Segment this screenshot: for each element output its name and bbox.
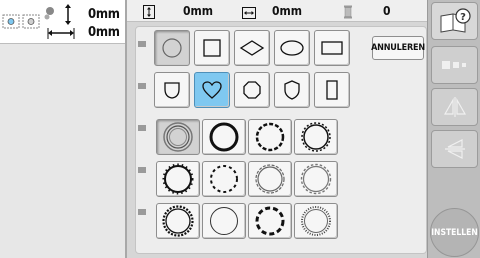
shape-octagon-button[interactable] <box>234 72 270 108</box>
frame-pattern-button[interactable] <box>156 161 200 197</box>
tall-rectangle-shape-icon <box>326 80 338 100</box>
shield-u-shape-icon <box>164 82 180 99</box>
info-bar: 0mm 0mm 0 <box>127 0 427 22</box>
frame-pattern-icon <box>210 165 238 193</box>
preview-width-value: 0mm <box>88 25 120 40</box>
shape-heart-button[interactable] <box>194 72 230 108</box>
display-toggle-button[interactable] <box>431 46 478 84</box>
tab-mark <box>138 167 146 173</box>
frame-pattern-button[interactable] <box>294 161 338 197</box>
mirror-horizontal-icon <box>443 97 466 117</box>
size-icon <box>42 3 86 45</box>
frame-pattern-button[interactable] <box>248 203 292 239</box>
tab-mark <box>138 41 146 47</box>
mirror-vertical-button[interactable] <box>431 130 478 168</box>
shape-oval-button[interactable] <box>274 30 310 66</box>
frame-pattern-icon <box>210 207 238 235</box>
shape-tall-rectangle-button[interactable] <box>314 72 350 108</box>
shape-shield-button[interactable] <box>274 72 310 108</box>
oval-shape-icon <box>280 40 304 56</box>
help-button[interactable]: ? <box>431 2 478 40</box>
frame-pattern-icon <box>301 122 331 152</box>
help-book-icon: ? <box>440 8 471 33</box>
preview-icon <box>2 12 40 36</box>
diamond-shape-icon <box>239 40 265 56</box>
shape-rectangle-button[interactable] <box>314 30 350 66</box>
frame-pattern-panel: 0mm 0mm 0 ANNULEREN <box>125 0 427 258</box>
display-toggle-icon <box>441 61 466 69</box>
frame-pattern-icon <box>162 205 194 237</box>
frame-pattern-button[interactable] <box>202 203 246 239</box>
heart-shape-icon <box>202 81 222 99</box>
set-button[interactable]: INSTELLEN <box>430 208 479 257</box>
frame-pattern-icon <box>163 122 193 152</box>
frame-pattern-icon <box>301 206 331 236</box>
square-shape-icon <box>203 39 221 57</box>
svg-text:?: ? <box>460 12 466 23</box>
frame-pattern-button[interactable] <box>156 203 200 239</box>
frame-pattern-button[interactable] <box>156 119 200 155</box>
height-value: 0mm <box>183 4 214 18</box>
shield-shape-icon <box>284 80 300 100</box>
frame-pattern-icon <box>162 163 194 195</box>
frame-pattern-icon <box>255 122 285 152</box>
frame-pattern-icon <box>255 164 285 194</box>
mirror-horizontal-button[interactable] <box>431 88 478 126</box>
preview-panel: 0mm 0mm <box>0 0 125 258</box>
height-icon <box>143 4 155 23</box>
width-value: 0mm <box>272 4 303 18</box>
frame-pattern-button[interactable] <box>248 119 292 155</box>
shape-shield-u-button[interactable] <box>154 72 190 108</box>
frame-pattern-button[interactable] <box>202 161 246 197</box>
frame-pattern-icon <box>255 206 285 236</box>
frame-pattern-button[interactable] <box>294 119 338 155</box>
cancel-button[interactable]: ANNULEREN <box>371 36 425 60</box>
circle-shape-icon <box>162 38 182 58</box>
tab-mark <box>138 125 146 131</box>
frame-pattern-icon <box>209 122 239 152</box>
shape-selection-area: ANNULEREN <box>135 26 427 254</box>
frame-pattern-button[interactable] <box>294 203 338 239</box>
frame-pattern-button[interactable] <box>202 119 246 155</box>
tab-mark <box>138 209 146 215</box>
preview-height-value: 0mm <box>88 7 120 22</box>
shape-square-button[interactable] <box>194 30 230 66</box>
preview-header: 0mm 0mm <box>0 0 125 44</box>
color-count-value: 0 <box>383 4 391 18</box>
tab-mark <box>138 83 146 89</box>
right-toolbar: ? INSTELLEN <box>427 0 480 258</box>
mirror-vertical-icon <box>444 139 465 159</box>
thread-spool-icon <box>343 4 353 23</box>
rectangle-shape-icon <box>321 41 343 55</box>
octagon-shape-icon <box>243 81 261 99</box>
frame-pattern-button[interactable] <box>248 161 292 197</box>
width-icon <box>242 4 256 23</box>
shape-diamond-button[interactable] <box>234 30 270 66</box>
shape-circle-button[interactable] <box>154 30 190 66</box>
frame-pattern-icon <box>300 163 332 195</box>
